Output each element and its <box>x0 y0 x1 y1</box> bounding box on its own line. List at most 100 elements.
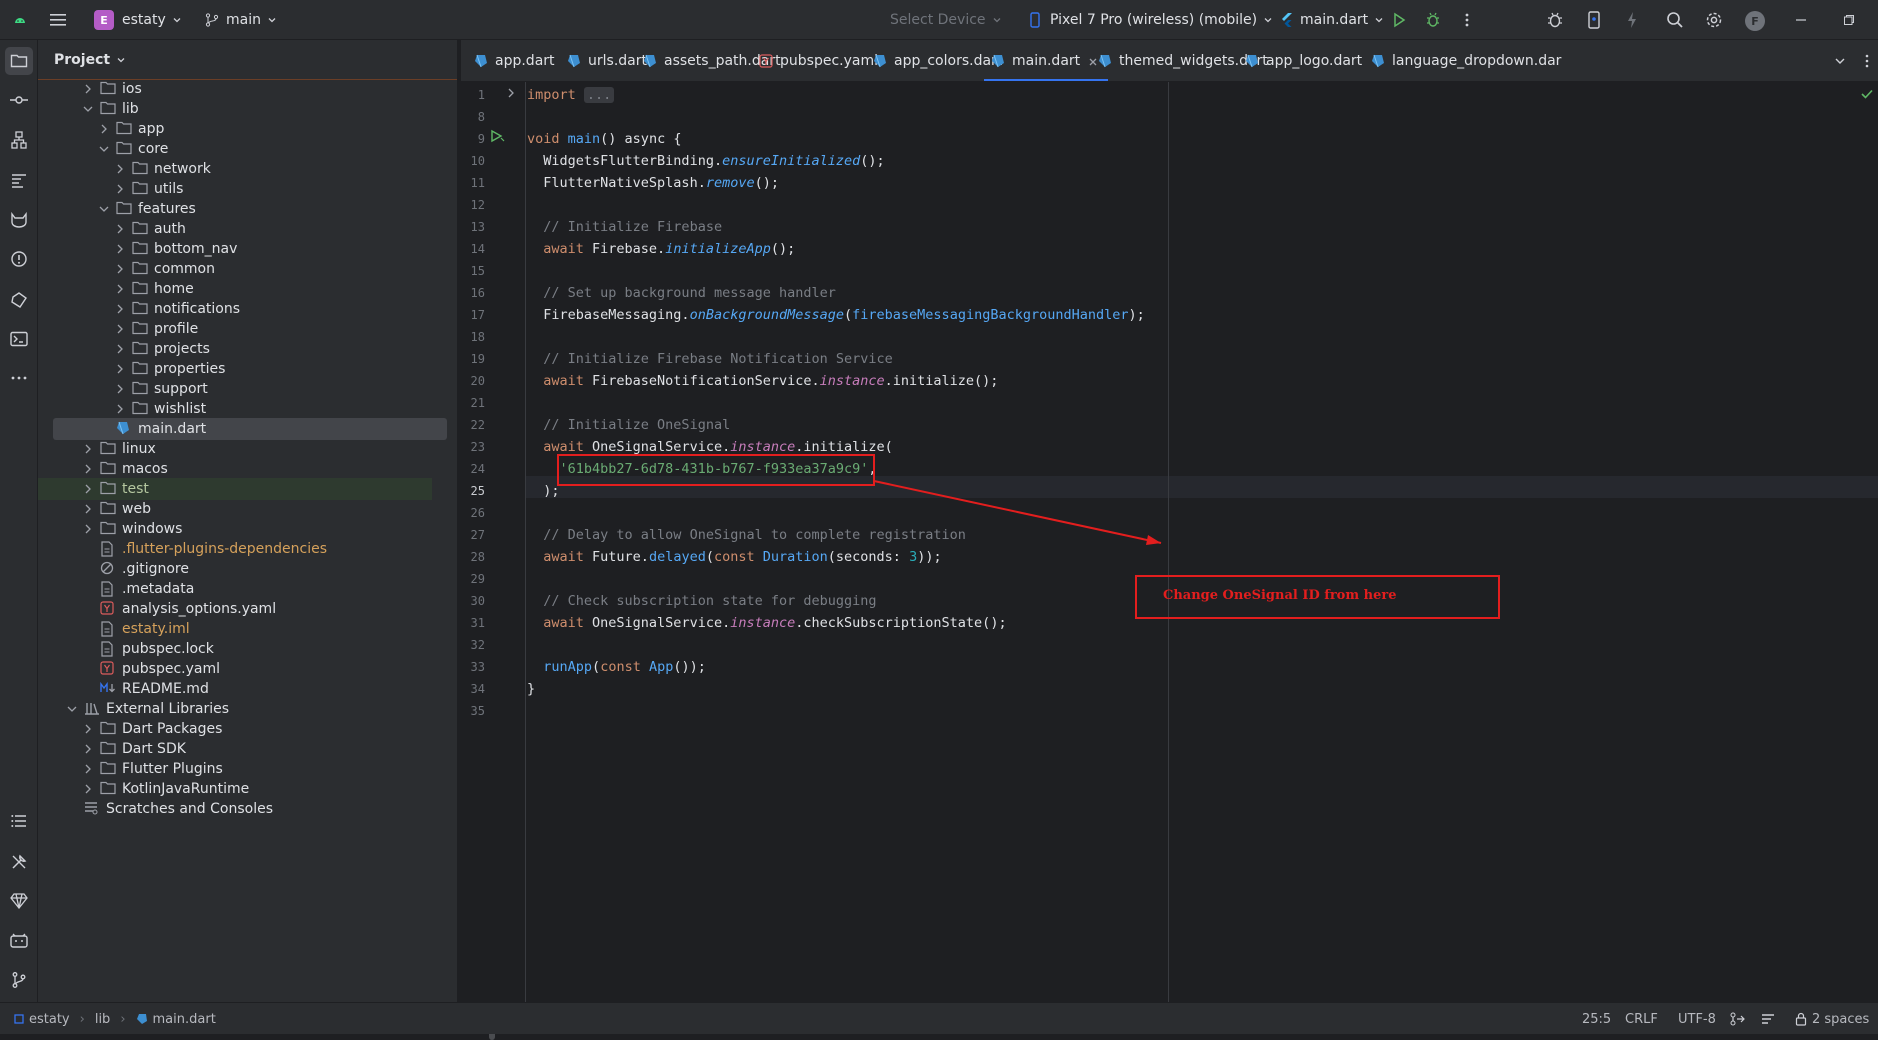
caret-position[interactable]: 25:5 <box>1582 1003 1611 1035</box>
chevron-right-icon[interactable] <box>114 343 126 355</box>
chevron-down-icon[interactable] <box>98 143 110 155</box>
device-selector[interactable]: Select Device <box>884 6 1008 34</box>
chevron-down-icon[interactable] <box>98 203 110 215</box>
tree-item[interactable]: Dart SDK <box>52 738 484 760</box>
tab-app-logo-dart[interactable]: app_logo.dart <box>1238 40 1372 81</box>
bug-icon[interactable] <box>1541 6 1569 34</box>
tree-item[interactable]: pubspec.yaml <box>52 658 484 680</box>
hot-reload-icon[interactable] <box>1618 6 1646 34</box>
main-menu-icon[interactable] <box>44 6 72 34</box>
tree-item[interactable]: Flutter Plugins <box>52 758 484 780</box>
chevron-right-icon[interactable] <box>82 443 94 455</box>
code-editor[interactable]: 1 8 9 10 11 12 13 14 15 16 17 18 19 20 21 22 23 24 25 26 27 2… <box>461 82 1878 1002</box>
more-vertical-icon[interactable] <box>1453 6 1481 34</box>
device-manager-icon[interactable] <box>1580 6 1608 34</box>
tree-item[interactable]: .metadata <box>52 578 484 600</box>
chevron-right-icon[interactable] <box>82 483 94 495</box>
tab-app-dart[interactable]: app.dart <box>467 40 565 81</box>
minimize-icon[interactable] <box>1787 6 1815 34</box>
restore-window-icon[interactable] <box>1835 6 1863 34</box>
tree-item[interactable]: lib <box>52 98 484 120</box>
tree-item[interactable]: profile <box>52 318 484 340</box>
inspection-ok-icon[interactable] <box>1861 88 1873 103</box>
chevron-right-icon[interactable] <box>114 163 126 175</box>
structure-icon[interactable] <box>5 126 33 154</box>
problems-icon[interactable] <box>5 245 33 273</box>
reader-mode-icon[interactable] <box>1761 1003 1775 1035</box>
tree-item[interactable]: README.md <box>52 678 484 700</box>
chevron-down-icon[interactable] <box>82 103 94 115</box>
tree-item[interactable]: notifications <box>52 298 484 320</box>
chevron-right-icon[interactable] <box>114 223 126 235</box>
tree-item[interactable]: test <box>38 478 432 500</box>
tree-item[interactable]: properties <box>52 358 484 380</box>
tree-item[interactable]: bottom_nav <box>52 238 484 260</box>
tree-item[interactable]: pubspec.lock <box>52 638 484 660</box>
chevron-right-icon[interactable] <box>114 403 126 415</box>
tree-item[interactable]: Scratches and Consoles <box>52 798 484 820</box>
build-tools-icon[interactable] <box>5 848 33 876</box>
git-sync-icon[interactable] <box>1729 1003 1745 1035</box>
chevron-right-icon[interactable] <box>114 263 126 275</box>
breadcrumb-project[interactable]: estaty <box>29 1012 70 1027</box>
tree-item[interactable]: .gitignore <box>52 558 484 580</box>
tree-item[interactable]: macos <box>52 458 484 480</box>
project-panel-header[interactable]: Project <box>38 40 457 80</box>
fold-arrow-icon[interactable] <box>506 87 516 103</box>
debug-icon[interactable] <box>1419 6 1447 34</box>
run-gutter-icon[interactable] <box>489 129 505 147</box>
tree-item[interactable]: web <box>52 498 484 520</box>
chevron-right-icon[interactable] <box>82 723 94 735</box>
gem-icon[interactable] <box>5 887 33 915</box>
tree-item[interactable]: common <box>52 258 484 280</box>
breadcrumb-folder[interactable]: lib <box>95 1012 110 1027</box>
device-explorer-icon[interactable] <box>5 927 33 955</box>
chevron-right-icon[interactable] <box>82 763 94 775</box>
tree-item[interactable]: linux <box>52 438 484 460</box>
pull-requests-icon[interactable] <box>5 166 33 194</box>
chevron-right-icon[interactable] <box>82 83 94 95</box>
device-dropdown[interactable]: Pixel 7 Pro (wireless) (mobile) <box>1022 6 1279 34</box>
chevron-right-icon[interactable] <box>82 743 94 755</box>
chevron-right-icon[interactable] <box>114 283 126 295</box>
settings-gear-icon[interactable] <box>1700 6 1728 34</box>
tree-item[interactable]: estaty.iml <box>52 618 484 640</box>
indent-settings[interactable]: 2 spaces <box>1795 1003 1869 1035</box>
breadcrumb-file[interactable]: main.dart <box>153 1012 216 1027</box>
chevron-right-icon[interactable] <box>82 523 94 535</box>
tab-language-dropdown-dar[interactable]: language_dropdown.dar <box>1364 40 1571 81</box>
todo-list-icon[interactable] <box>5 807 33 835</box>
chevron-right-icon[interactable] <box>114 323 126 335</box>
tree-item[interactable]: support <box>52 378 484 400</box>
chevron-right-icon[interactable] <box>114 363 126 375</box>
tree-item[interactable]: projects <box>52 338 484 360</box>
chevron-right-icon[interactable] <box>114 243 126 255</box>
tree-item[interactable]: auth <box>52 218 484 240</box>
chevron-right-icon[interactable] <box>82 783 94 795</box>
chevron-right-icon[interactable] <box>114 183 126 195</box>
project-switcher[interactable]: E estaty <box>88 6 188 34</box>
more-vertical-icon[interactable] <box>1853 47 1878 75</box>
run-icon[interactable] <box>1385 6 1413 34</box>
branch-switcher[interactable]: main <box>198 6 283 34</box>
tree-item[interactable]: windows <box>52 518 484 540</box>
tree-item[interactable]: app <box>52 118 484 140</box>
chevron-down-icon[interactable] <box>66 703 78 715</box>
tab-main-dart[interactable]: main.dart <box>984 40 1109 81</box>
commit-icon[interactable] <box>5 86 33 114</box>
tree-item[interactable]: features <box>52 198 484 220</box>
tree-item[interactable]: ios <box>52 78 484 100</box>
tree-item[interactable]: KotlinJavaRuntime <box>52 778 484 800</box>
chevron-right-icon[interactable] <box>114 303 126 315</box>
tree-item[interactable]: analysis_options.yaml <box>52 598 484 620</box>
tree-item[interactable]: Dart Packages <box>52 718 484 740</box>
tree-item[interactable]: main.dart <box>53 418 447 440</box>
services-icon[interactable] <box>5 286 33 314</box>
project-folder-icon[interactable] <box>5 47 33 75</box>
avatar[interactable]: F <box>1745 11 1765 31</box>
more-horizontal-icon[interactable] <box>5 364 33 392</box>
cat-icon[interactable] <box>5 206 33 234</box>
file-encoding[interactable]: UTF-8 <box>1678 1003 1716 1035</box>
terminal-icon[interactable] <box>5 325 33 353</box>
chevron-right-icon[interactable] <box>114 383 126 395</box>
